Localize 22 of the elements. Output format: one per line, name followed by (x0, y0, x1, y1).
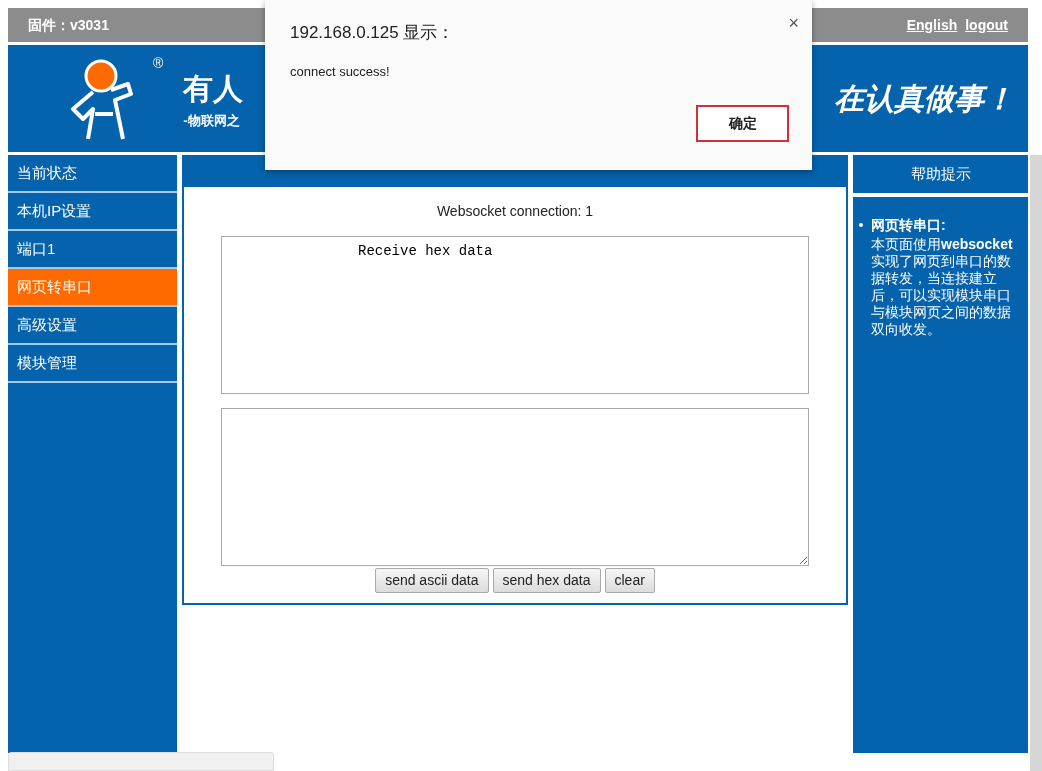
language-link[interactable]: logout (965, 14, 1008, 36)
firmware-version: 固件：v3031 (28, 15, 109, 35)
language-link[interactable]: English (906, 14, 958, 36)
receive-text-area[interactable]: Receive hex data (221, 236, 809, 394)
bullet-icon (859, 223, 863, 227)
send-button[interactable]: clear (604, 568, 655, 593)
dialog-message: connect success! (290, 62, 391, 81)
help-title: 帮助提示 (910, 163, 971, 184)
close-button[interactable]: × (788, 10, 799, 32)
brand-subtitle: -物联网之 (183, 112, 241, 131)
scrollbar[interactable] (1030, 155, 1042, 771)
slogan: 在认真做事！ (834, 80, 1014, 118)
help-text: 本页面使用websocket实现了网页到串口的数据转发，当连接建立后，可以实现模块串口与模块网页之间的数据双向收发。 (871, 236, 1014, 338)
registered-mark: ® (153, 54, 164, 73)
brand-title: 有人 (183, 70, 244, 109)
send-button[interactable]: send ascii data (375, 568, 489, 593)
ok-button[interactable]: 确定 (696, 105, 789, 142)
send-button[interactable]: send hex data (492, 568, 601, 593)
connection-status: Websocket connection: 1 (436, 202, 594, 221)
send-text-area[interactable] (221, 408, 809, 566)
dialog-title: 192.168.0.125 显示： (290, 22, 455, 44)
help-heading: 网页转串口: (871, 216, 947, 235)
